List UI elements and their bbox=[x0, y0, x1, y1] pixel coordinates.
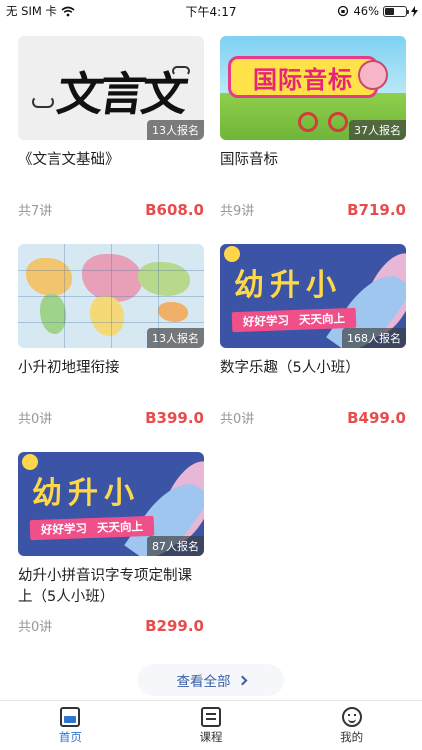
cloud-ornament bbox=[32, 96, 54, 108]
thumbnail-calligraphy: 文言文 bbox=[53, 67, 188, 121]
course-price: B299.0 bbox=[145, 616, 204, 635]
course-title: 小升初地理衔接 bbox=[18, 360, 120, 376]
tab-home[interactable]: 首页 bbox=[0, 701, 141, 750]
course-card[interactable]: 13人报名 小升初地理衔接 共0讲 B399.0 bbox=[18, 244, 204, 427]
thumbnail-title-sign: 国际音标 bbox=[228, 56, 378, 98]
course-title: 《文言文基础》 bbox=[18, 152, 120, 168]
tab-courses[interactable]: 课程 bbox=[141, 701, 282, 750]
course-meta: 共9讲 B719.0 bbox=[220, 200, 406, 220]
ribbon-text: 好好学习 bbox=[40, 521, 88, 537]
status-right: 46% bbox=[337, 4, 418, 18]
lesson-count: 共7讲 bbox=[18, 204, 53, 219]
tab-label: 首页 bbox=[58, 729, 82, 744]
course-price: B499.0 bbox=[347, 408, 406, 427]
smile-icon bbox=[341, 706, 362, 727]
orientation-lock-icon bbox=[338, 5, 349, 17]
course-card[interactable]: 国际音标 37人报名 国际音标 共9讲 B719.0 bbox=[220, 36, 406, 219]
course-price: B399.0 bbox=[145, 408, 204, 427]
course-title: 幼升小拼音识字专项定制课 上（5人小班） bbox=[18, 568, 192, 605]
course-meta: 共7讲 B608.0 bbox=[18, 200, 204, 220]
bicycle-wheel-icon bbox=[298, 112, 318, 132]
course-card[interactable]: 幼升小 好好学习 天天向上 87人报名 幼升小拼音识字专项定制课 上（5人小班）… bbox=[18, 452, 204, 635]
course-thumbnail: 文言文 13人报名 bbox=[18, 36, 204, 140]
lesson-count: 共0讲 bbox=[18, 412, 53, 427]
tab-label: 我的 bbox=[340, 729, 364, 744]
course-thumbnail: 13人报名 bbox=[18, 244, 204, 348]
see-all-button[interactable]: 查看全部 bbox=[138, 664, 284, 696]
map-landmass bbox=[138, 262, 190, 296]
thumbnail-headline: 幼升小 bbox=[32, 476, 140, 511]
enroll-count-badge: 87人报名 bbox=[147, 536, 204, 556]
home-icon bbox=[60, 706, 81, 727]
battery-icon bbox=[383, 5, 409, 17]
tab-bar: 首页 课程 我的 bbox=[0, 700, 422, 750]
map-landmass bbox=[90, 296, 124, 336]
enroll-count-badge: 13人报名 bbox=[147, 120, 204, 140]
cartoon-pig-icon bbox=[358, 60, 388, 90]
map-landmass bbox=[26, 258, 72, 296]
course-title: 数字乐趣（5人小班） bbox=[220, 360, 360, 376]
course-thumbnail: 幼升小 好好学习 天天向上 168人报名 bbox=[220, 244, 406, 348]
course-card[interactable]: 幼升小 好好学习 天天向上 168人报名 数字乐趣（5人小班） 共0讲 B499… bbox=[220, 244, 406, 427]
course-price: B608.0 bbox=[145, 200, 204, 219]
course-meta: 共0讲 B299.0 bbox=[18, 616, 204, 636]
chevron-right-icon bbox=[237, 675, 247, 686]
enroll-count-badge: 37人报名 bbox=[349, 120, 406, 140]
map-landmass bbox=[40, 294, 66, 334]
see-all-label: 查看全部 bbox=[176, 674, 231, 690]
course-thumbnail: 幼升小 好好学习 天天向上 87人报名 bbox=[18, 452, 204, 556]
bicycle-wheel-icon bbox=[328, 112, 348, 132]
course-thumbnail: 国际音标 37人报名 bbox=[220, 36, 406, 140]
tab-label: 课程 bbox=[199, 729, 223, 744]
lesson-count: 共9讲 bbox=[220, 204, 255, 219]
enroll-count-badge: 13人报名 bbox=[147, 328, 204, 348]
map-landmass bbox=[82, 254, 142, 302]
course-price: B719.0 bbox=[347, 200, 406, 219]
course-card[interactable]: 文言文 13人报名 《文言文基础》 共7讲 B608.0 bbox=[18, 36, 204, 219]
lesson-count: 共0讲 bbox=[220, 412, 255, 427]
thumbnail-headline: 幼升小 bbox=[234, 268, 342, 303]
course-meta: 共0讲 B399.0 bbox=[18, 408, 204, 428]
course-title: 国际音标 bbox=[220, 152, 278, 168]
course-meta: 共0讲 B499.0 bbox=[220, 408, 406, 428]
charging-icon bbox=[411, 5, 418, 17]
ribbon-text: 好好学习 bbox=[242, 313, 290, 329]
tab-mine[interactable]: 我的 bbox=[281, 701, 422, 750]
enroll-count-badge: 168人报名 bbox=[342, 328, 406, 348]
status-bar: 无 SIM 卡 下午4:17 46% bbox=[0, 0, 422, 22]
book-icon bbox=[201, 706, 221, 727]
battery-percent: 46% bbox=[353, 4, 379, 18]
map-landmass bbox=[158, 302, 188, 322]
ribbon-text: 天天向上 bbox=[298, 311, 346, 327]
lesson-count: 共0讲 bbox=[18, 620, 53, 635]
ribbon-text: 天天向上 bbox=[96, 519, 144, 535]
